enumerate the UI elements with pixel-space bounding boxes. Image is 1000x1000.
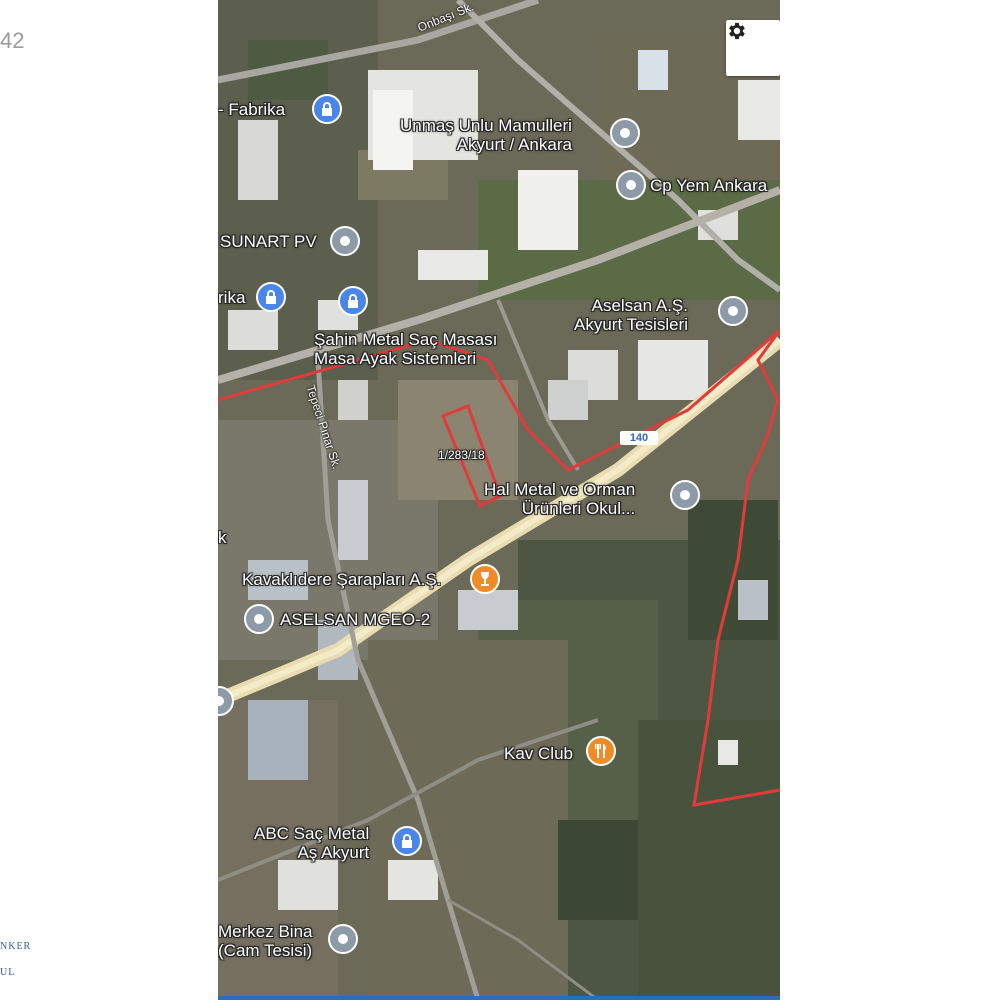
- circle-icon[interactable]: [670, 480, 700, 510]
- lock-icon[interactable]: [338, 286, 368, 316]
- parcel-label: 1/283/18: [438, 448, 485, 462]
- poi-label-abc-sac[interactable]: ABC Saç Metal Aş Akyurt: [254, 824, 369, 862]
- circle-icon[interactable]: [330, 226, 360, 256]
- poi-label-fabrika-top[interactable]: - Fabrika: [218, 100, 285, 119]
- circle-icon[interactable]: [610, 118, 640, 148]
- poi-label-aselsan-mgeo[interactable]: ASELSAN MGEO-2: [280, 610, 430, 629]
- poi-label-aselsan-akyurt[interactable]: Aselsan A.Ş. Akyurt Tesisleri: [574, 296, 688, 334]
- lock-icon[interactable]: [256, 282, 286, 312]
- poi-label-sahin[interactable]: Şahin Metal Saç Masası Masa Ayak Sisteml…: [314, 330, 497, 368]
- gear-icon: [729, 22, 745, 40]
- poi-label-fabrika-left[interactable]: rika: [218, 288, 245, 307]
- circle-icon[interactable]: [718, 296, 748, 326]
- side-brand-line1: NKER: [0, 941, 32, 952]
- satellite-map[interactable]: Onbaşı Sk. Tepeci Pınar Sk. 140 1/283/18…: [218, 0, 780, 1000]
- restaurant-icon[interactable]: [586, 736, 616, 766]
- side-brand-line2: UL: [0, 967, 16, 978]
- poi-label-merkez-bina[interactable]: Merkez Bina (Cam Tesisi): [218, 922, 312, 960]
- poi-label-cp-yem[interactable]: Cp Yem Ankara: [650, 176, 767, 195]
- map-settings-button[interactable]: [726, 20, 780, 76]
- poi-label-hal-metal[interactable]: Hal Metal ve Orman Ürünleri Okul...: [484, 480, 635, 518]
- poi-label-kav-club[interactable]: Kav Club: [504, 744, 573, 763]
- poi-label-kavaklidere[interactable]: Kavaklıdere Şarapları A.Ş.: [242, 570, 441, 589]
- poi-label-k: k: [218, 528, 227, 547]
- circle-icon[interactable]: [244, 604, 274, 634]
- wine-icon[interactable]: [470, 564, 500, 594]
- poi-label-sunart[interactable]: SUNART PV: [220, 232, 317, 251]
- lock-icon[interactable]: [392, 826, 422, 856]
- side-time-fragment: 42: [0, 28, 25, 53]
- route-shield: 140: [620, 431, 658, 445]
- map-bottom-bar: [218, 996, 780, 1000]
- circle-icon[interactable]: [328, 924, 358, 954]
- lock-icon[interactable]: [312, 94, 342, 124]
- side-brand: NKER UL: [0, 934, 31, 986]
- circle-icon[interactable]: [616, 170, 646, 200]
- poi-label-unmas[interactable]: Unmaş Unlu Mamulleri Akyurt / Ankara: [400, 116, 572, 154]
